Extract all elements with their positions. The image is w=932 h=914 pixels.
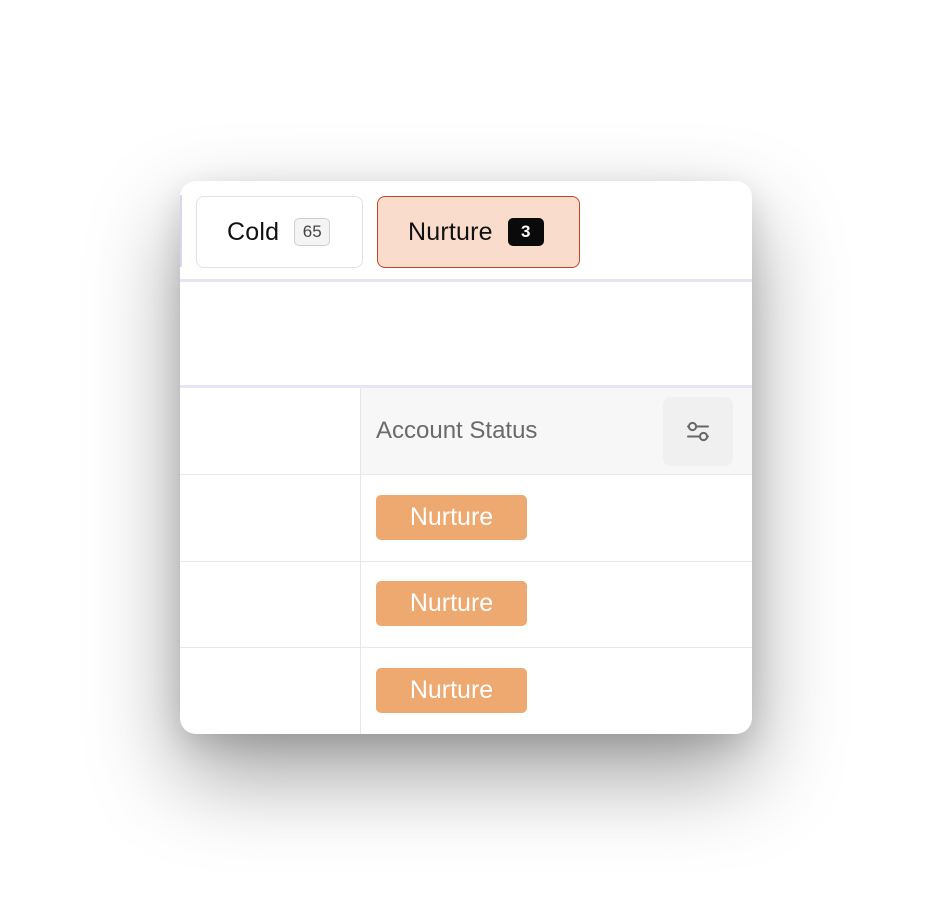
empty-band bbox=[180, 282, 752, 388]
status-pill: Nurture bbox=[376, 581, 527, 626]
tab-nurture[interactable]: Nurture 3 bbox=[377, 196, 580, 268]
tab-nurture-label: Nurture bbox=[408, 217, 493, 246]
table-row[interactable]: Nurture bbox=[180, 475, 752, 562]
column-filter-button[interactable] bbox=[663, 397, 733, 466]
status-pill: Nurture bbox=[376, 495, 527, 540]
tab-cold[interactable]: Cold 65 bbox=[196, 196, 363, 268]
tab-strip: Cold 65 Nurture 3 bbox=[180, 181, 752, 282]
table-cell-account-status: Nurture bbox=[361, 648, 752, 734]
table-row[interactable]: Nurture bbox=[180, 648, 752, 734]
status-pill: Nurture bbox=[376, 668, 527, 713]
sliders-icon bbox=[687, 421, 709, 441]
table-header-cell-left bbox=[180, 388, 361, 474]
tab-nurture-count-badge: 3 bbox=[507, 218, 544, 246]
table-cell-account-status: Nurture bbox=[361, 475, 752, 561]
tab-cold-count-badge: 65 bbox=[294, 218, 331, 246]
table-cell-left bbox=[180, 475, 361, 561]
table-cell-left bbox=[180, 561, 361, 647]
table-cell-left bbox=[180, 648, 361, 734]
table-cell-account-status: Nurture bbox=[361, 561, 752, 647]
strip-edge-divider bbox=[180, 195, 182, 267]
table-card: Cold 65 Nurture 3 Account Status Nurture… bbox=[180, 181, 752, 734]
column-header-account-status: Account Status bbox=[376, 417, 538, 444]
table-row[interactable]: Nurture bbox=[180, 561, 752, 648]
accounts-table: Account Status Nurture Nurture Nurture bbox=[180, 388, 752, 734]
table-header-cell-account-status: Account Status bbox=[361, 388, 752, 474]
table-header-row: Account Status bbox=[180, 388, 752, 475]
tab-cold-label: Cold bbox=[227, 217, 280, 246]
